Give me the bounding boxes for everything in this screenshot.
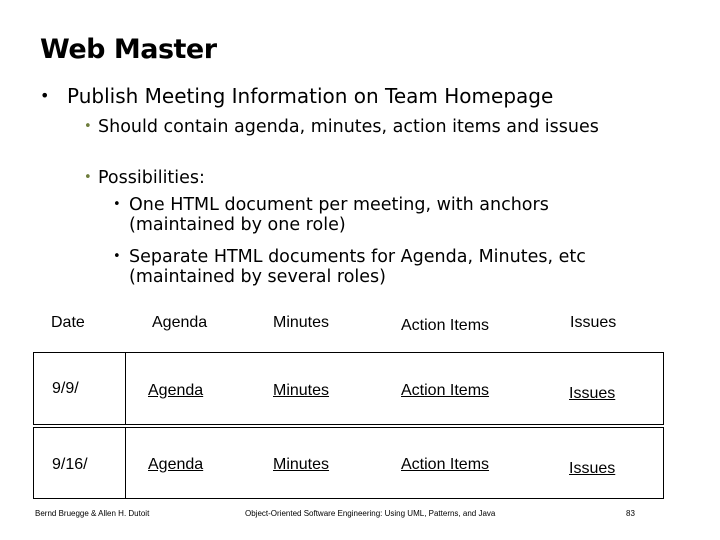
issues-link[interactable]: Issues — [569, 385, 615, 403]
bullet-icon: • — [113, 197, 121, 212]
footer-page-number: 83 — [626, 509, 635, 518]
bullet-icon: • — [84, 119, 92, 134]
table-row: 9/9/ Agenda Minutes Action Items Issues — [33, 352, 664, 425]
bullet-sub-2-item-2-text: Separate HTML documents for Agenda, Minu… — [129, 247, 586, 287]
header-agenda: Agenda — [152, 314, 208, 331]
bullet-icon: • — [40, 86, 50, 105]
bullet-sub-2-text: Possibilities: — [98, 168, 205, 188]
bullet-icon: • — [84, 170, 92, 185]
minutes-link[interactable]: Minutes — [273, 382, 329, 400]
row-date: 9/9/ — [52, 380, 79, 397]
column-divider — [125, 353, 126, 424]
header-issues: Issues — [570, 314, 617, 331]
column-divider — [125, 428, 126, 498]
minutes-link[interactable]: Minutes — [273, 456, 329, 474]
footer-authors: Bernd Bruegge & Allen H. Dutoit — [35, 509, 150, 518]
header-action-items: Action Items — [401, 317, 490, 334]
bullet-sub-2-item-1-text: One HTML document per meeting, with anch… — [129, 195, 549, 235]
agenda-link[interactable]: Agenda — [148, 382, 203, 400]
issues-link[interactable]: Issues — [569, 460, 615, 478]
footer-book-title: Object-Oriented Software Engineering: Us… — [245, 509, 496, 518]
bullet-main-text: Publish Meeting Information on Team Home… — [67, 84, 554, 108]
row-date: 9/16/ — [52, 456, 88, 473]
bullet-icon: • — [113, 249, 121, 264]
table-row: 9/16/ Agenda Minutes Action Items Issues — [33, 427, 664, 499]
bullet-sub-1-text: Should contain agenda, minutes, action i… — [98, 117, 599, 137]
slide-title: Web Master — [40, 34, 217, 65]
header-date: Date — [51, 314, 85, 331]
agenda-link[interactable]: Agenda — [148, 456, 203, 474]
action-items-link[interactable]: Action Items — [401, 382, 489, 400]
header-minutes: Minutes — [273, 314, 330, 331]
action-items-link[interactable]: Action Items — [401, 456, 489, 474]
